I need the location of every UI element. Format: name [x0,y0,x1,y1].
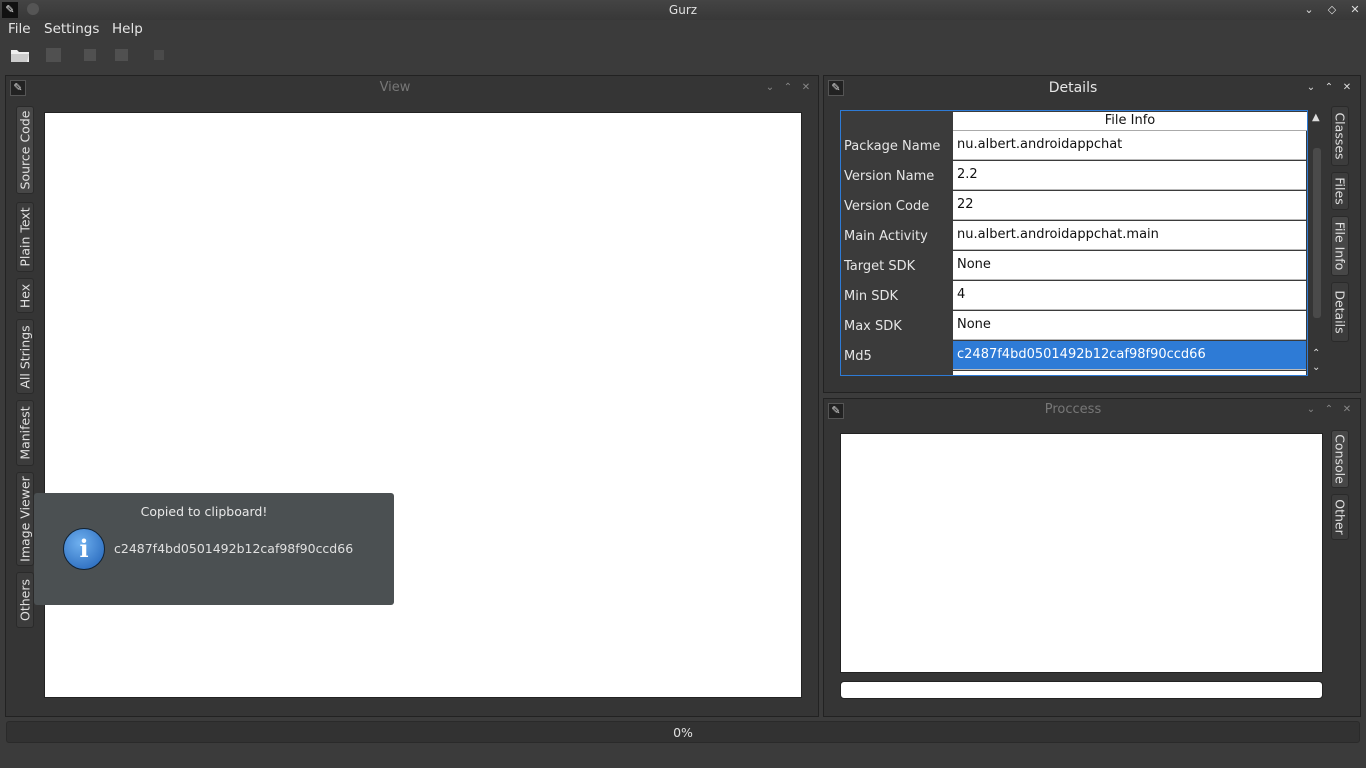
notification-popup[interactable]: Copied to clipboard! i c2487f4bd0501492b… [34,493,394,605]
dock-logo-icon[interactable]: ✎ [828,403,844,419]
tab-image-viewer[interactable]: Image Viewer [16,472,34,566]
row-value[interactable] [953,371,1306,375]
row-value[interactable]: nu.albert.androidappchat.main [953,221,1306,250]
process-dock-title: Proccess [1044,402,1102,417]
view-content[interactable] [44,112,802,698]
dock-close-icon[interactable]: ✕ [800,82,812,94]
row-label: Version Code [844,199,930,214]
view-dock-title: View [379,80,411,95]
dock-collapse-icon[interactable]: ⌄ [1305,404,1317,416]
scroll-thumb[interactable] [1313,148,1321,318]
export-icon[interactable] [112,46,132,64]
scroll-up-icon[interactable]: ⌃ [1312,348,1320,359]
row-label: Max SDK [844,319,902,334]
row-label: Target SDK [844,259,916,274]
tab-console[interactable]: Console [1331,430,1349,488]
window-title: Gurz [668,3,698,17]
scroll-down-icon[interactable]: ⌄ [1312,362,1320,373]
scroll-up-icon[interactable]: ▲ [1312,112,1320,123]
save-icon[interactable] [44,46,64,64]
tab-file-info[interactable]: File Info [1331,216,1349,276]
tab-plain-text[interactable]: Plain Text [16,202,34,272]
row-label: Version Name [844,169,935,184]
row-value[interactable]: None [953,311,1306,340]
dock-collapse-icon[interactable]: ⌄ [1305,82,1317,94]
row-value[interactable]: 22 [953,191,1306,220]
row-value[interactable]: None [953,251,1306,280]
row-label: Min SDK [844,289,898,304]
row-label: Main Activity [844,229,928,244]
row-value[interactable]: 2.2 [953,161,1306,190]
dock-close-icon[interactable]: ✕ [1341,404,1353,416]
row-value[interactable]: c2487f4bd0501492b12caf98f90ccd66 [953,341,1306,370]
close-icon[interactable]: ✕ [1348,3,1362,17]
console-input[interactable] [840,681,1323,699]
details-dock-title: Details [1048,80,1098,96]
tool-icon[interactable] [150,46,170,64]
console-output[interactable] [840,433,1323,673]
dock-float-icon[interactable]: ⌃ [1323,404,1335,416]
row-label: Package Name [844,139,941,154]
tab-hex[interactable]: Hex [16,278,34,313]
menu-file[interactable]: File [8,21,31,37]
progress-text: 0% [673,725,693,740]
tab-other[interactable]: Other [1331,494,1349,540]
menu-help[interactable]: Help [112,21,143,37]
open-folder-icon[interactable] [10,46,30,64]
dock-logo-icon[interactable]: ✎ [10,80,26,96]
progress-bar: 0% [6,721,1360,743]
tab-classes[interactable]: Classes [1331,106,1349,166]
tab-details[interactable]: Details [1331,282,1349,342]
table-scrollbar[interactable]: ▲ ⌃ ⌄ [1310,110,1324,376]
dock-float-icon[interactable]: ⌃ [782,82,794,94]
menu-settings[interactable]: Settings [44,21,99,37]
row-value[interactable]: 4 [953,281,1306,310]
row-value[interactable]: nu.albert.androidappchat [953,131,1306,160]
row-label: Md5 [844,349,872,364]
info-icon: i [63,528,105,570]
dock-collapse-icon[interactable]: ⌄ [764,82,776,94]
notification-title: Copied to clipboard! [140,504,268,519]
table-header[interactable]: File Info [953,112,1307,131]
minimize-icon[interactable]: ⌄ [1302,3,1316,17]
maximize-icon[interactable]: ◇ [1325,3,1339,17]
notification-message: c2487f4bd0501492b12caf98f90ccd66 [114,541,354,556]
tab-all-strings[interactable]: All Strings [16,319,34,394]
tab-manifest[interactable]: Manifest [16,400,34,466]
dock-close-icon[interactable]: ✕ [1341,82,1353,94]
tab-source-code[interactable]: Source Code [16,106,34,194]
tab-others[interactable]: Others [16,572,34,628]
copy-icon[interactable] [82,46,102,64]
dock-float-icon[interactable]: ⌃ [1323,82,1335,94]
dock-logo-icon[interactable]: ✎ [828,80,844,96]
tab-files[interactable]: Files [1331,172,1349,210]
